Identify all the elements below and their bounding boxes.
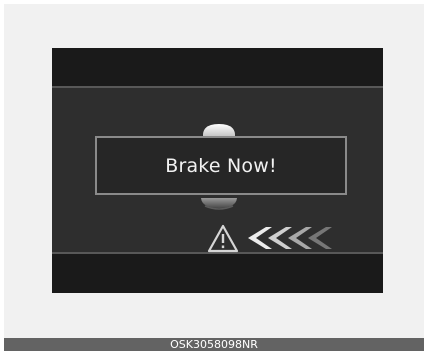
figure-code: OSK3058098NR — [170, 338, 258, 351]
alert-message: Brake Now! — [165, 154, 277, 177]
warning-triangle-icon — [207, 224, 239, 253]
display-top-bezel — [52, 48, 383, 86]
approach-chevrons-icon — [248, 227, 332, 249]
display-bottom-bezel — [52, 254, 383, 293]
alert-message-box: Brake Now! — [95, 136, 347, 195]
cluster-display: Brake Now! — [52, 48, 383, 293]
chevron-4 — [308, 227, 332, 249]
figure-page: Brake Now! OSK3058098NR — [0, 0, 428, 351]
figure-caption-bar: OSK3058098NR — [4, 338, 424, 351]
